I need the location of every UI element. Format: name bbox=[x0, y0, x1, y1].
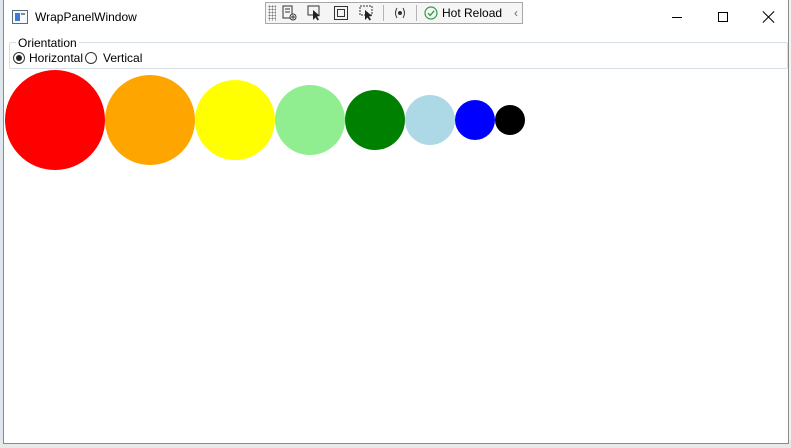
circle-7 bbox=[455, 100, 495, 140]
circle-3 bbox=[195, 80, 275, 160]
select-element-button[interactable] bbox=[302, 3, 328, 23]
maximize-icon bbox=[718, 12, 728, 22]
binding-failures-icon bbox=[395, 7, 405, 19]
display-layout-adorners-button[interactable] bbox=[328, 3, 354, 23]
display-layout-adorners-icon bbox=[334, 6, 348, 20]
hot-reload-toolbar: Hot Reload ‹ bbox=[265, 2, 523, 24]
track-focused-element-icon bbox=[359, 5, 373, 21]
vertical-radio-label[interactable]: Vertical bbox=[103, 51, 142, 65]
circle-4 bbox=[275, 85, 345, 155]
circle-1 bbox=[5, 70, 105, 170]
track-focused-element-button[interactable] bbox=[354, 3, 380, 23]
chevron-left-icon[interactable]: ‹ bbox=[514, 6, 518, 20]
minimize-button[interactable] bbox=[654, 0, 700, 34]
window-title: WrapPanelWindow bbox=[35, 10, 137, 24]
close-button[interactable] bbox=[746, 0, 791, 34]
toolbar-separator bbox=[416, 5, 417, 21]
hot-reload-button[interactable]: Hot Reload bbox=[420, 3, 506, 23]
select-element-icon bbox=[307, 5, 320, 21]
live-visual-tree-icon bbox=[282, 5, 297, 21]
circle-5 bbox=[345, 90, 405, 150]
circle-8 bbox=[495, 105, 525, 135]
minimize-icon bbox=[672, 16, 682, 18]
orientation-legend: Orientation bbox=[16, 36, 79, 50]
orientation-group: Orientation Horizontal Vertical bbox=[9, 36, 788, 69]
check-circle-icon bbox=[424, 6, 438, 20]
circle-2 bbox=[105, 75, 195, 165]
circle-6 bbox=[405, 95, 455, 145]
maximize-button[interactable] bbox=[700, 0, 746, 34]
vertical-radio[interactable] bbox=[85, 52, 98, 64]
live-visual-tree-button[interactable] bbox=[276, 3, 302, 23]
binding-failures-button[interactable] bbox=[387, 3, 413, 23]
horizontal-radio[interactable] bbox=[13, 52, 25, 64]
orientation-radio-row: Horizontal Vertical bbox=[13, 51, 142, 65]
horizontal-radio-label[interactable]: Horizontal bbox=[29, 51, 83, 65]
close-icon bbox=[763, 11, 775, 23]
hot-reload-label: Hot Reload bbox=[442, 6, 503, 20]
toolbar-grip[interactable] bbox=[268, 5, 276, 21]
wrap-panel-window: WrapPanelWindow Orientation Horizontal V… bbox=[3, 0, 789, 444]
window-app-icon bbox=[12, 10, 28, 24]
toolbar-separator bbox=[383, 5, 384, 21]
